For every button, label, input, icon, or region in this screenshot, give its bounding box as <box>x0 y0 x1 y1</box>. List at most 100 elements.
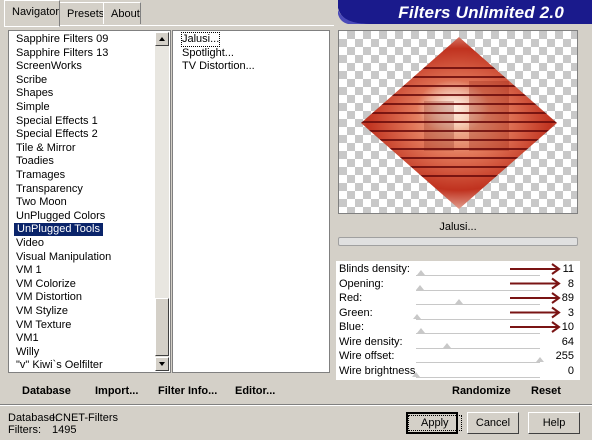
param-label: Green: <box>339 306 373 319</box>
blind-slat <box>361 67 557 69</box>
import-button[interactable]: Import... <box>95 384 138 398</box>
parameter-panel: Blinds density: 11 Opening: 8 Red: 89 Green: 3 B… <box>336 261 580 380</box>
blind-slat <box>361 112 557 114</box>
blind-slat <box>361 94 557 96</box>
param-row[interactable]: Green: 3 <box>336 306 580 320</box>
param-row[interactable]: Blinds density: 11 <box>336 262 580 276</box>
database-button[interactable]: Database <box>22 384 71 398</box>
database-value: ICNET-Filters <box>52 412 118 424</box>
reset-button[interactable]: Reset <box>531 384 561 398</box>
param-row[interactable]: Blue: 10 <box>336 320 580 334</box>
filters-count: 1495 <box>52 424 77 436</box>
param-row[interactable]: Opening: 8 <box>336 277 580 291</box>
filter-item[interactable]: Spotlight... <box>182 47 234 60</box>
arrow-up-icon <box>159 37 165 41</box>
param-value: 3 <box>567 306 574 319</box>
category-scrollbar[interactable] <box>155 32 169 371</box>
category-item[interactable]: VM Texture <box>16 319 71 332</box>
category-item[interactable]: VM 1 <box>16 264 42 277</box>
param-label: Red: <box>339 292 363 304</box>
category-item[interactable]: Transparency <box>16 183 83 196</box>
category-item[interactable]: Tile & Mirror <box>16 142 75 155</box>
param-slider-thumb[interactable] <box>412 371 420 377</box>
category-item[interactable]: Simple <box>16 101 50 114</box>
category-item[interactable]: "v" Kiwi`s Oelfilter <box>16 359 103 372</box>
preview-artwork <box>361 37 557 209</box>
filter-list[interactable] <box>172 30 330 373</box>
separator-highlight <box>0 405 592 406</box>
filter-item[interactable]: TV Distortion... <box>182 60 255 73</box>
filters-label: Filters: <box>8 424 41 436</box>
blind-slat <box>361 157 557 159</box>
category-item[interactable]: Visual Manipulation <box>16 251 111 264</box>
param-value: 10 <box>561 321 574 333</box>
scroll-thumb[interactable] <box>155 298 169 356</box>
apply-button-label: Apply <box>408 415 462 431</box>
category-item[interactable]: Sapphire Filters 09 <box>16 33 108 46</box>
category-item[interactable]: VM Stylize <box>16 305 68 318</box>
param-label: Opening: <box>339 277 384 290</box>
param-slider-thumb[interactable] <box>416 328 425 333</box>
param-label: Wire density: <box>339 335 403 348</box>
blind-slat <box>361 85 557 87</box>
apply-button[interactable]: Apply <box>406 412 462 434</box>
param-value: 255 <box>555 350 574 362</box>
category-item[interactable]: Scribe <box>16 74 47 87</box>
param-slider-thumb[interactable] <box>536 357 544 362</box>
arrow-down-icon <box>159 362 165 366</box>
category-item[interactable]: Toadies <box>16 155 54 168</box>
param-slider-thumb[interactable] <box>413 313 422 319</box>
scroll-up-button[interactable] <box>155 32 169 46</box>
param-row[interactable]: Wire brightness 0 <box>336 364 580 378</box>
category-item[interactable]: Shapes <box>16 87 53 100</box>
category-item[interactable]: ScreenWorks <box>16 60 82 73</box>
param-slider-thumb[interactable] <box>443 342 451 348</box>
param-label: Wire brightness <box>339 364 416 377</box>
help-button[interactable]: Help <box>528 412 580 434</box>
param-value: 64 <box>561 335 574 348</box>
param-slider-track[interactable] <box>416 376 540 378</box>
param-label: Wire offset: <box>339 350 395 362</box>
tab-presets[interactable]: Presets <box>59 2 104 24</box>
scroll-down-button[interactable] <box>155 357 169 371</box>
preview-image <box>338 30 578 214</box>
param-row[interactable]: Wire density: 64 <box>336 335 580 349</box>
tab-about[interactable]: About <box>103 2 141 24</box>
param-row[interactable]: Wire offset: 255 <box>336 349 580 363</box>
tab-navigator[interactable]: Navigator <box>4 0 60 27</box>
blind-slat <box>361 76 557 78</box>
category-item[interactable]: VM1 <box>16 332 39 345</box>
param-value: 11 <box>562 263 574 275</box>
category-item[interactable]: Special Effects 1 <box>16 115 98 128</box>
category-item[interactable]: UnPlugged Colors <box>16 210 105 223</box>
param-value: 89 <box>561 292 574 304</box>
database-label: Database: <box>8 412 59 424</box>
preview-filter-name: Jalusi... <box>439 221 477 233</box>
filter-item[interactable]: Jalusi... <box>180 32 221 47</box>
category-item[interactable]: Tramages <box>16 169 65 182</box>
param-slider-thumb[interactable] <box>455 299 464 304</box>
category-item[interactable]: UnPlugged Tools <box>14 223 103 237</box>
category-item[interactable]: VM Colorize <box>16 278 76 291</box>
randomize-button[interactable]: Randomize <box>452 384 511 398</box>
category-item[interactable]: Two Moon <box>16 196 67 209</box>
category-item[interactable]: Special Effects 2 <box>16 128 98 141</box>
header-banner: Filters Unlimited 2.0 <box>338 0 592 24</box>
param-slider-thumb[interactable] <box>416 270 425 275</box>
param-value: 0 <box>567 364 574 377</box>
param-label: Blue: <box>339 321 365 333</box>
blind-slat <box>361 166 557 168</box>
blind-slat <box>361 148 557 150</box>
category-item[interactable]: VM Distortion <box>16 291 82 304</box>
category-item[interactable]: Sapphire Filters 13 <box>16 47 108 60</box>
cancel-button[interactable]: Cancel <box>467 412 519 434</box>
param-slider-thumb[interactable] <box>415 284 424 290</box>
category-item[interactable]: Video <box>16 237 44 250</box>
blind-slat <box>361 103 557 105</box>
category-item[interactable]: Willy <box>16 346 39 359</box>
progress-bar <box>338 237 578 246</box>
filter-info-button[interactable]: Filter Info... <box>158 384 217 398</box>
editor-button[interactable]: Editor... <box>235 384 275 398</box>
param-row[interactable]: Red: 89 <box>336 291 580 305</box>
blind-slat <box>361 175 557 177</box>
